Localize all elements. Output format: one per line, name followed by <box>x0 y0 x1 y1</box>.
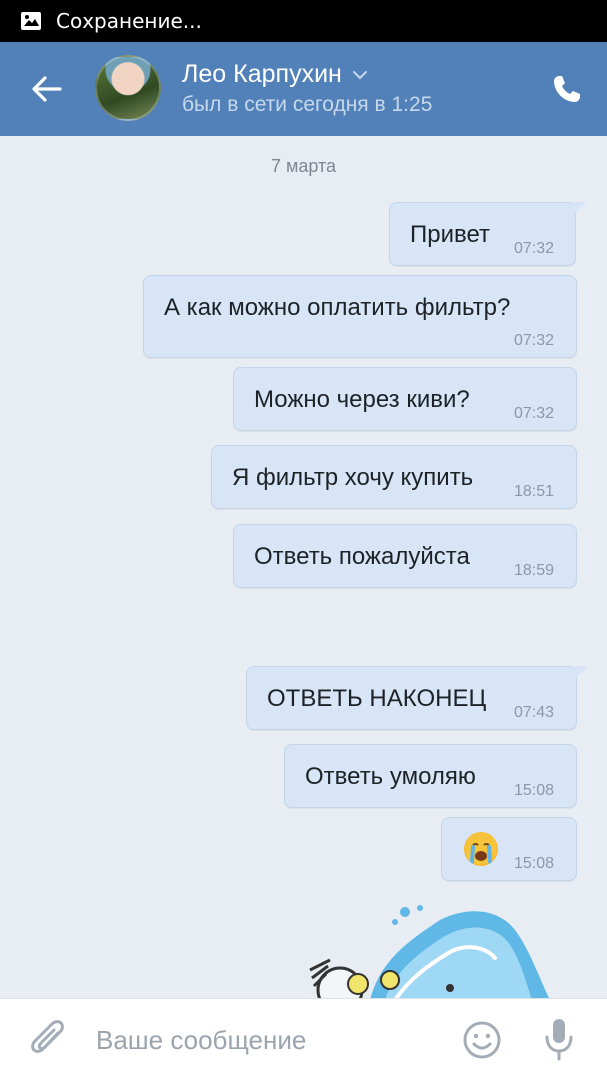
message-time: 07:32 <box>514 240 555 257</box>
contact-name[interactable]: Лео Карпухин <box>182 60 368 89</box>
message-text: Можно через киви? <box>254 386 470 413</box>
paperclip-icon[interactable] <box>30 1019 68 1061</box>
message-bubble[interactable]: 15:08 <box>441 817 577 881</box>
water-splash-sticker[interactable] <box>300 900 560 1000</box>
image-icon <box>21 12 41 30</box>
avatar[interactable] <box>95 55 161 121</box>
message-bubble[interactable]: Ответь пожалуйста 18:59 <box>233 524 577 588</box>
date-separator: 7 марта <box>270 156 337 176</box>
composer-bar: Ваше сообщение <box>0 998 607 1080</box>
message-time: 07:43 <box>514 704 555 721</box>
message-time: 18:51 <box>514 483 555 500</box>
message-bubble[interactable]: Ответь умоляю 15:08 <box>284 744 577 808</box>
arrow-left-icon[interactable] <box>30 72 64 106</box>
message-time: 15:08 <box>514 855 555 872</box>
microphone-icon[interactable] <box>542 1017 576 1061</box>
bubble-tail <box>574 666 588 680</box>
message-text: Ответь пожалуйста <box>254 543 470 570</box>
message-text: Привет <box>410 221 491 248</box>
contact-status: был в сети сегодня в 1:25 <box>182 93 433 116</box>
message-bubble[interactable]: Можно через киви? 07:32 <box>233 367 577 431</box>
bubble-tail <box>573 202 587 216</box>
smile-icon[interactable] <box>462 1020 502 1060</box>
message-time: 15:08 <box>514 782 555 799</box>
chevron-down-icon <box>352 70 367 79</box>
message-bubble[interactable]: ОТВЕТЬ НАКОНЕЦ 07:43 <box>246 666 588 730</box>
chat-header: Лео Карпухин был в сети сегодня в 1:25 <box>0 42 607 136</box>
message-time: 07:32 <box>514 332 555 349</box>
message-text: ОТВЕТЬ НАКОНЕЦ <box>267 685 487 712</box>
message-text: Ответь умоляю <box>305 763 476 790</box>
message-time: 18:59 <box>514 562 555 579</box>
message-text: А как можно оплатить фильтр? <box>164 294 511 321</box>
status-bar: Сохранение... <box>0 0 607 42</box>
crying-face-emoji <box>464 832 498 866</box>
message-time: 07:32 <box>514 405 555 422</box>
message-input[interactable]: Ваше сообщение <box>96 1021 436 1059</box>
message-text: Я фильтр хочу купить <box>232 464 474 491</box>
status-text: Сохранение... <box>56 9 202 33</box>
message-bubble[interactable]: Привет 07:32 <box>389 202 587 266</box>
contact-name-label: Лео Карпухин <box>182 60 342 88</box>
phone-icon[interactable] <box>550 72 584 106</box>
message-bubble[interactable]: А как можно оплатить фильтр? 07:32 <box>143 275 577 358</box>
message-bubble[interactable]: Я фильтр хочу купить 18:51 <box>211 445 577 509</box>
